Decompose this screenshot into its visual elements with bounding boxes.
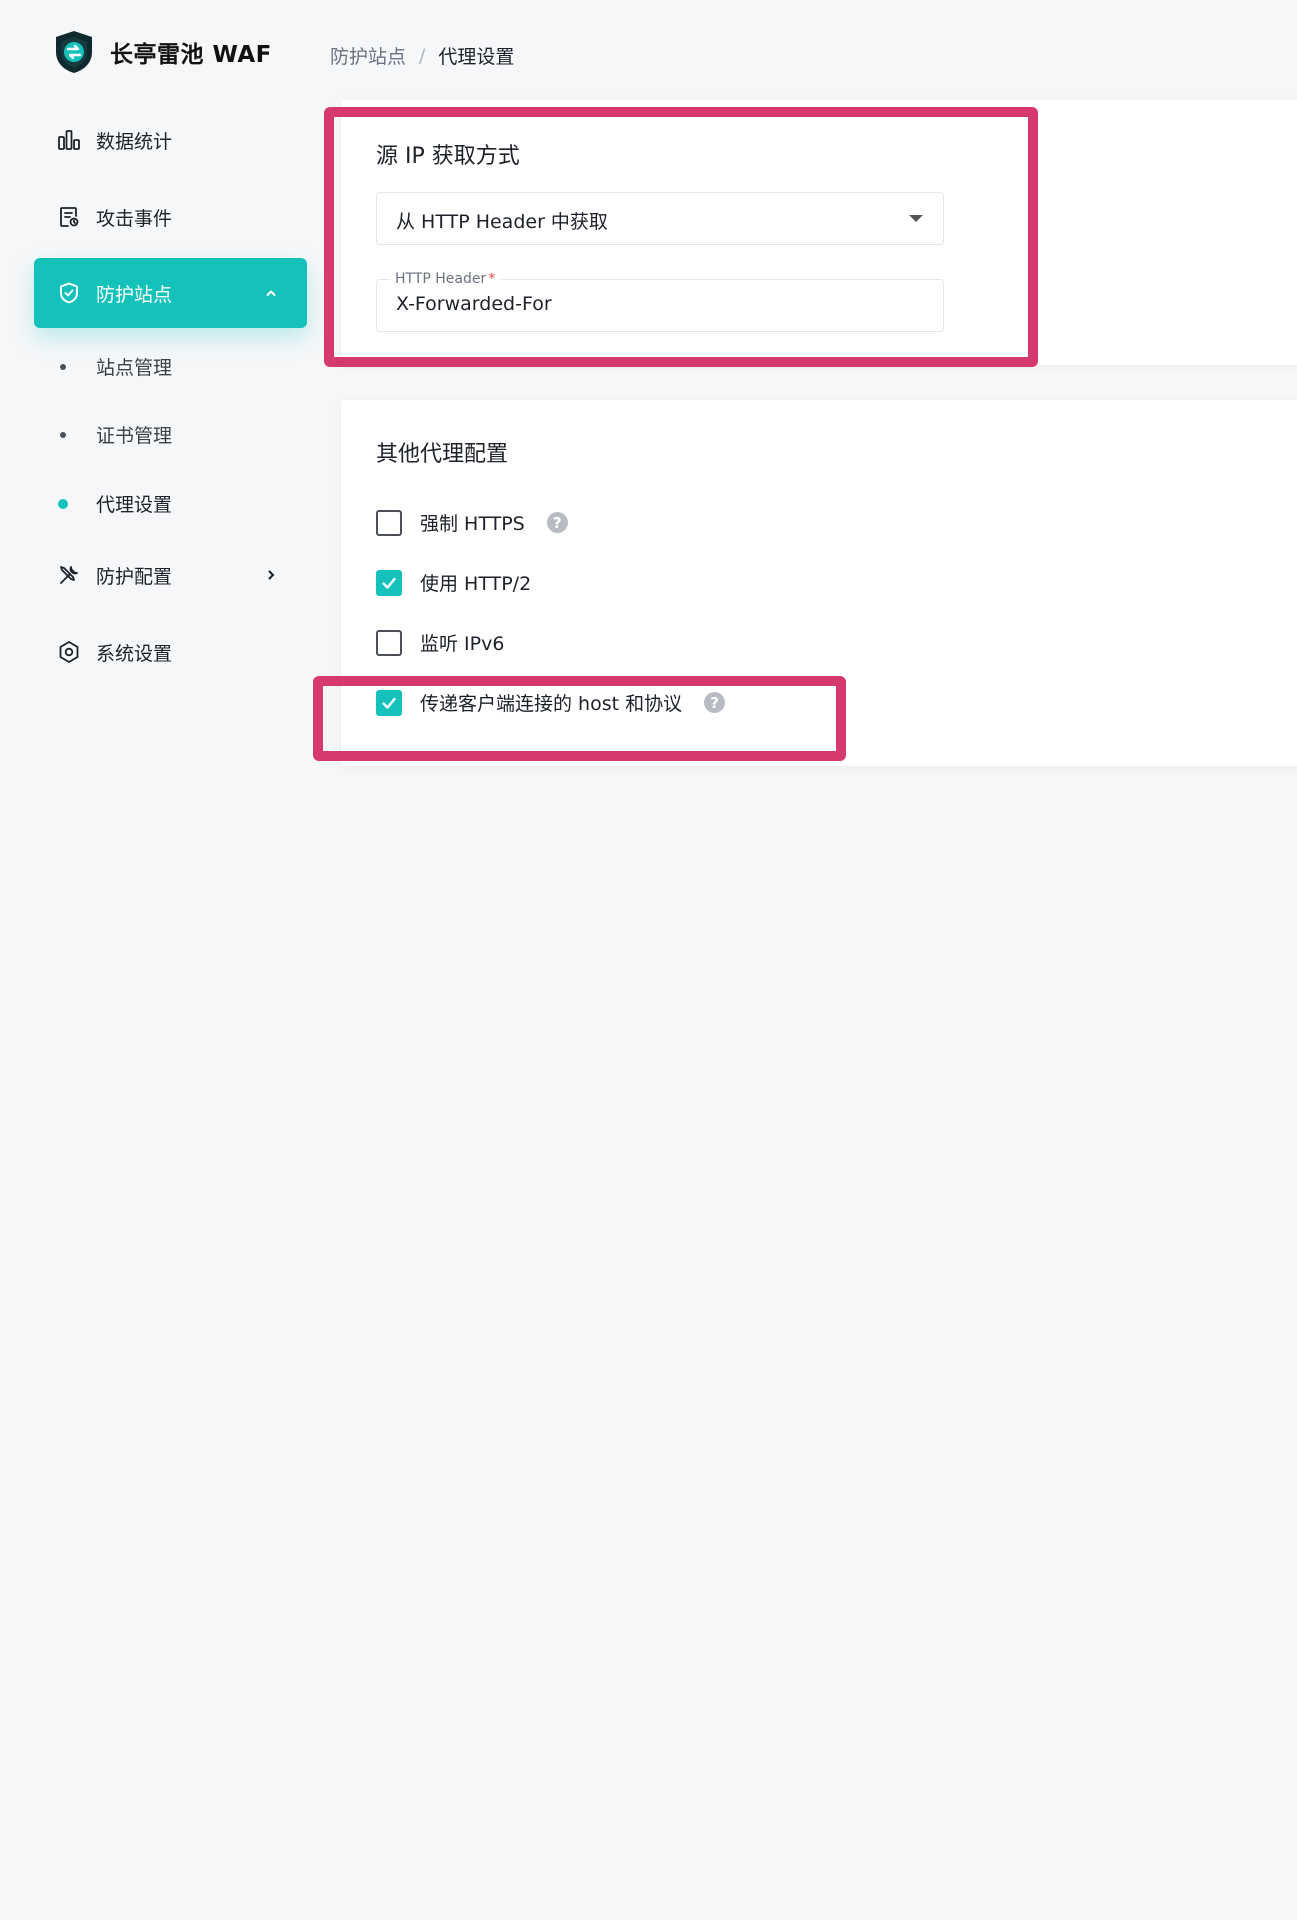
sidebar-item-label: 系统设置	[96, 642, 173, 665]
bullet-dot-icon	[60, 431, 66, 438]
sidebar-subitem-label: 证书管理	[96, 425, 173, 447]
pass-host-protocol-option[interactable]: 传递客户端连接的 host 和协议 ?	[376, 689, 726, 716]
app-logo[interactable]: 长亭雷池 WAF	[54, 30, 272, 74]
pass-host-protocol-checkbox[interactable]	[376, 689, 402, 716]
option-label: 使用 HTTP/2	[420, 573, 532, 595]
sidebar-subitem-proxy-settings[interactable]: 代理设置	[58, 490, 173, 517]
option-label: 传递客户端连接的 host 和协议	[420, 693, 683, 715]
force-https-checkbox[interactable]	[376, 509, 402, 536]
use-http2-checkbox[interactable]	[376, 569, 402, 596]
document-icon	[56, 204, 82, 230]
shield-logo-icon	[56, 31, 92, 73]
source-ip-method-select[interactable]: 从 HTTP Header 中获取	[376, 192, 944, 245]
bullet-dot-icon	[60, 363, 66, 370]
select-value: 从 HTTP Header 中获取	[396, 211, 608, 233]
help-icon[interactable]: ?	[546, 512, 568, 533]
tools-icon	[56, 562, 82, 588]
app-name: 长亭雷池 WAF	[110, 42, 272, 68]
use-http2-option[interactable]: 使用 HTTP/2	[376, 569, 531, 596]
sidebar-subitem-certificate-management[interactable]: 证书管理	[60, 421, 172, 448]
chevron-up-icon	[266, 290, 276, 296]
listen-ipv6-checkbox[interactable]	[376, 629, 402, 656]
gear-icon	[56, 639, 82, 665]
breadcrumb-parent[interactable]: 防护站点	[330, 42, 406, 69]
other-proxy-title: 其他代理配置	[376, 442, 509, 467]
sidebar-item-attack-events[interactable]: 攻击事件	[34, 182, 307, 252]
sidebar-item-protected-sites[interactable]: 防护站点	[34, 258, 307, 328]
required-mark: *	[488, 271, 496, 287]
sidebar-item-statistics[interactable]: 数据统计	[34, 105, 307, 175]
checkmark-icon	[382, 697, 396, 709]
other-proxy-card: 其他代理配置 强制 HTTPS ? 使用 HTTP/2 监听 IPv6 传递客户…	[341, 400, 1297, 766]
sidebar-subitem-label: 代理设置	[96, 494, 173, 516]
bullet-dot-icon	[58, 498, 68, 509]
listen-ipv6-option[interactable]: 监听 IPv6	[376, 629, 504, 656]
shield-icon	[56, 280, 82, 306]
breadcrumb-separator: /	[419, 44, 426, 67]
source-ip-card: 源 IP 获取方式 从 HTTP Header 中获取 HTTP Header *	[341, 100, 1297, 365]
sidebar-subitem-label: 站点管理	[96, 357, 173, 379]
help-icon[interactable]: ?	[704, 692, 726, 713]
sidebar-subitem-site-management[interactable]: 站点管理	[60, 353, 172, 380]
sidebar-item-label: 防护站点	[96, 283, 173, 306]
http-header-label: HTTP Header *	[389, 271, 502, 287]
chevron-right-icon	[268, 570, 275, 580]
sidebar-item-protection-config[interactable]: 防护配置	[34, 540, 307, 610]
option-label: 强制 HTTPS	[420, 513, 525, 535]
caret-down-icon	[909, 215, 923, 222]
sidebar-item-system-settings[interactable]: 系统设置	[34, 617, 307, 687]
checkmark-icon	[382, 577, 396, 589]
option-label: 监听 IPv6	[420, 633, 505, 655]
breadcrumb-current: 代理设置	[438, 46, 515, 68]
breadcrumb: 防护站点 / 代理设置	[330, 42, 514, 69]
page: 长亭雷池 WAF 防护站点 / 代理设置 数据统计 攻击事件 防护站点 站点管理…	[0, 0, 1297, 1920]
http-header-input[interactable]	[396, 293, 916, 315]
bar-chart-icon	[56, 127, 82, 153]
http-header-field[interactable]: HTTP Header *	[376, 271, 944, 332]
sidebar-item-label: 数据统计	[96, 130, 173, 153]
source-ip-title: 源 IP 获取方式	[376, 144, 520, 169]
force-https-option[interactable]: 强制 HTTPS ?	[376, 509, 568, 536]
sidebar-item-label: 攻击事件	[96, 207, 173, 230]
sidebar-item-label: 防护配置	[96, 565, 173, 588]
